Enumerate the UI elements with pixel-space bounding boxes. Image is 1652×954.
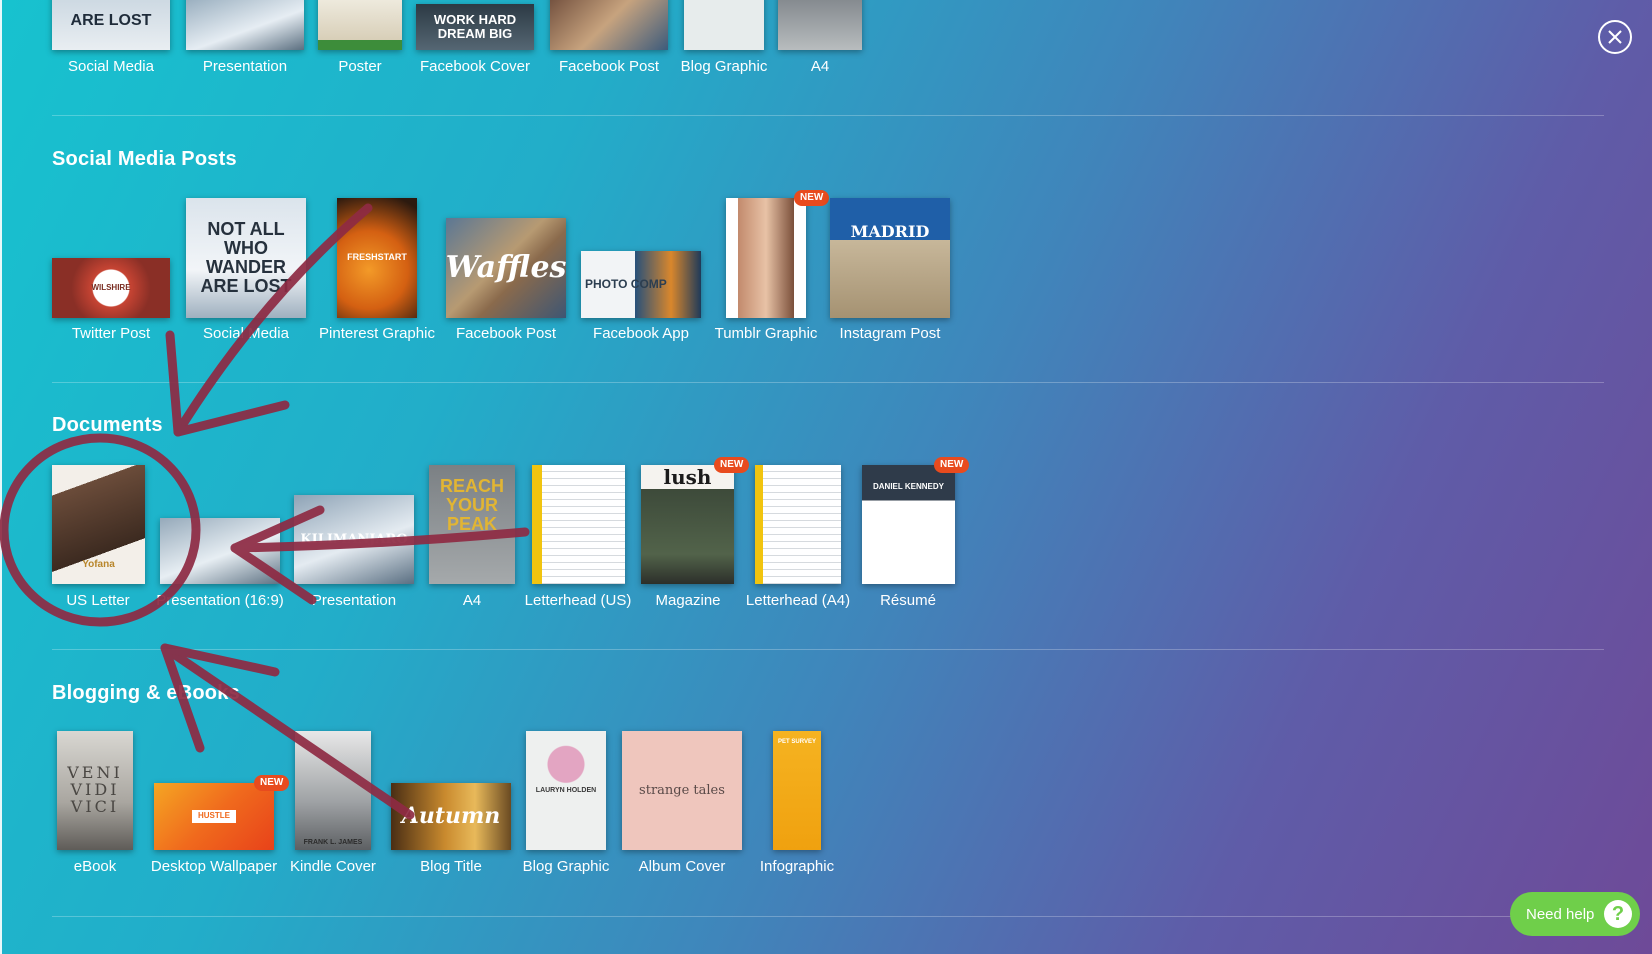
label-resume[interactable]: Résumé xyxy=(880,592,936,609)
label-social-media[interactable]: Social Media xyxy=(203,325,289,342)
divider xyxy=(52,115,1604,116)
thumb-a4[interactable]: REACH YOUR PEAK xyxy=(429,465,515,584)
label-facebook-post-top[interactable]: Facebook Post xyxy=(559,58,659,75)
section-title-documents: Documents xyxy=(52,414,163,436)
label-a4[interactable]: A4 xyxy=(463,592,481,609)
need-help-button[interactable]: Need help ? xyxy=(1510,892,1640,936)
thumb-letterhead-us[interactable] xyxy=(532,465,625,584)
thumb-presentation-16-9[interactable] xyxy=(160,518,280,584)
window-edge xyxy=(0,0,2,954)
need-help-label: Need help xyxy=(1526,905,1595,923)
label-album-cover[interactable]: Album Cover xyxy=(639,858,726,875)
thumb-facebook-app[interactable]: PHOTO COMP xyxy=(581,251,701,318)
label-us-letter[interactable]: US Letter xyxy=(66,592,129,609)
label-social-media-top[interactable]: Social Media xyxy=(68,58,154,75)
new-badge: NEW xyxy=(794,190,830,206)
thumb-facebook-post-top[interactable] xyxy=(550,0,668,50)
label-presentation[interactable]: Presentation xyxy=(312,592,396,609)
label-blog-title[interactable]: Blog Title xyxy=(420,858,482,875)
label-letterhead-a4[interactable]: Letterhead (A4) xyxy=(746,592,850,609)
label-kindle-cover[interactable]: Kindle Cover xyxy=(290,858,376,875)
thumb-kindle-cover[interactable]: FRANK L. JAMES xyxy=(295,731,371,850)
thumb-social-media[interactable]: NOT ALL WHO WANDER ARE LOST xyxy=(186,198,306,318)
label-ebook[interactable]: eBook xyxy=(74,858,117,875)
new-badge: NEW xyxy=(714,457,750,473)
thumb-blog-graphic[interactable]: LAURYN HOLDEN xyxy=(526,731,606,850)
label-facebook-post[interactable]: Facebook Post xyxy=(456,325,556,342)
thumb-facebook-cover-top[interactable]: WORK HARD DREAM BIG xyxy=(416,4,534,50)
new-badge: NEW xyxy=(934,457,970,473)
label-pinterest-graphic[interactable]: Pinterest Graphic xyxy=(319,325,435,342)
thumb-social-media-top[interactable]: ARE LOST xyxy=(52,0,170,50)
label-presentation-top[interactable]: Presentation xyxy=(203,58,287,75)
thumb-blog-title[interactable]: Autumn xyxy=(391,783,511,850)
label-letterhead-us[interactable]: Letterhead (US) xyxy=(525,592,632,609)
label-tumblr-graphic[interactable]: Tumblr Graphic xyxy=(715,325,818,342)
close-button[interactable] xyxy=(1598,20,1632,54)
divider xyxy=(52,916,1604,917)
label-a4-top[interactable]: A4 xyxy=(811,58,829,75)
label-desktop-wallpaper[interactable]: Desktop Wallpaper xyxy=(151,858,277,875)
thumb-album-cover[interactable]: strange tales xyxy=(622,731,742,850)
label-infographic[interactable]: Infographic xyxy=(760,858,834,875)
thumb-us-letter[interactable]: Yofana xyxy=(52,465,145,584)
label-twitter-post[interactable]: Twitter Post xyxy=(72,325,150,342)
question-icon: ? xyxy=(1604,900,1632,928)
thumb-a4-top[interactable] xyxy=(778,0,862,50)
thumb-resume[interactable]: DANIEL KENNEDY xyxy=(862,465,955,584)
divider xyxy=(52,382,1604,383)
thumb-blog-graphic-top[interactable] xyxy=(684,0,764,50)
thumb-presentation-top[interactable] xyxy=(186,0,304,50)
close-icon xyxy=(1608,30,1622,44)
label-instagram-post[interactable]: Instagram Post xyxy=(840,325,941,342)
label-presentation-16-9[interactable]: Presentation (16:9) xyxy=(156,592,284,609)
label-blog-graphic-top[interactable]: Blog Graphic xyxy=(681,58,768,75)
label-magazine[interactable]: Magazine xyxy=(655,592,720,609)
thumb-letterhead-a4[interactable] xyxy=(755,465,841,584)
annotation-arrowhead xyxy=(165,330,290,437)
thumb-pinterest-graphic[interactable]: FRESHSTART xyxy=(337,198,417,318)
new-badge: NEW xyxy=(254,775,290,791)
thumb-desktop-wallpaper[interactable]: HUSTLE xyxy=(154,783,274,850)
thumb-tumblr-graphic[interactable] xyxy=(726,198,806,318)
label-facebook-app[interactable]: Facebook App xyxy=(593,325,689,342)
thumb-infographic[interactable]: PET SURVEY xyxy=(773,731,821,850)
divider xyxy=(52,649,1604,650)
section-title-social-media-posts: Social Media Posts xyxy=(52,148,237,170)
label-blog-graphic[interactable]: Blog Graphic xyxy=(523,858,610,875)
section-title-blogging-ebooks: Blogging & eBooks xyxy=(52,682,240,704)
label-facebook-cover-top[interactable]: Facebook Cover xyxy=(420,58,530,75)
thumb-facebook-post[interactable]: Waffles xyxy=(446,218,566,318)
thumb-twitter-post[interactable]: WILSHIRE xyxy=(52,258,170,318)
thumb-presentation[interactable]: KILIMANJARO xyxy=(294,495,414,584)
thumb-ebook[interactable]: VENI VIDI VICI xyxy=(57,731,133,850)
label-poster-top[interactable]: Poster xyxy=(338,58,381,75)
design-type-picker: ARE LOST WORK HARD DREAM BIG Social Medi… xyxy=(0,0,1652,954)
thumb-magazine[interactable]: lush xyxy=(641,465,734,584)
thumb-instagram-post[interactable]: MADRID xyxy=(830,198,950,318)
thumb-poster-top[interactable] xyxy=(318,0,402,50)
